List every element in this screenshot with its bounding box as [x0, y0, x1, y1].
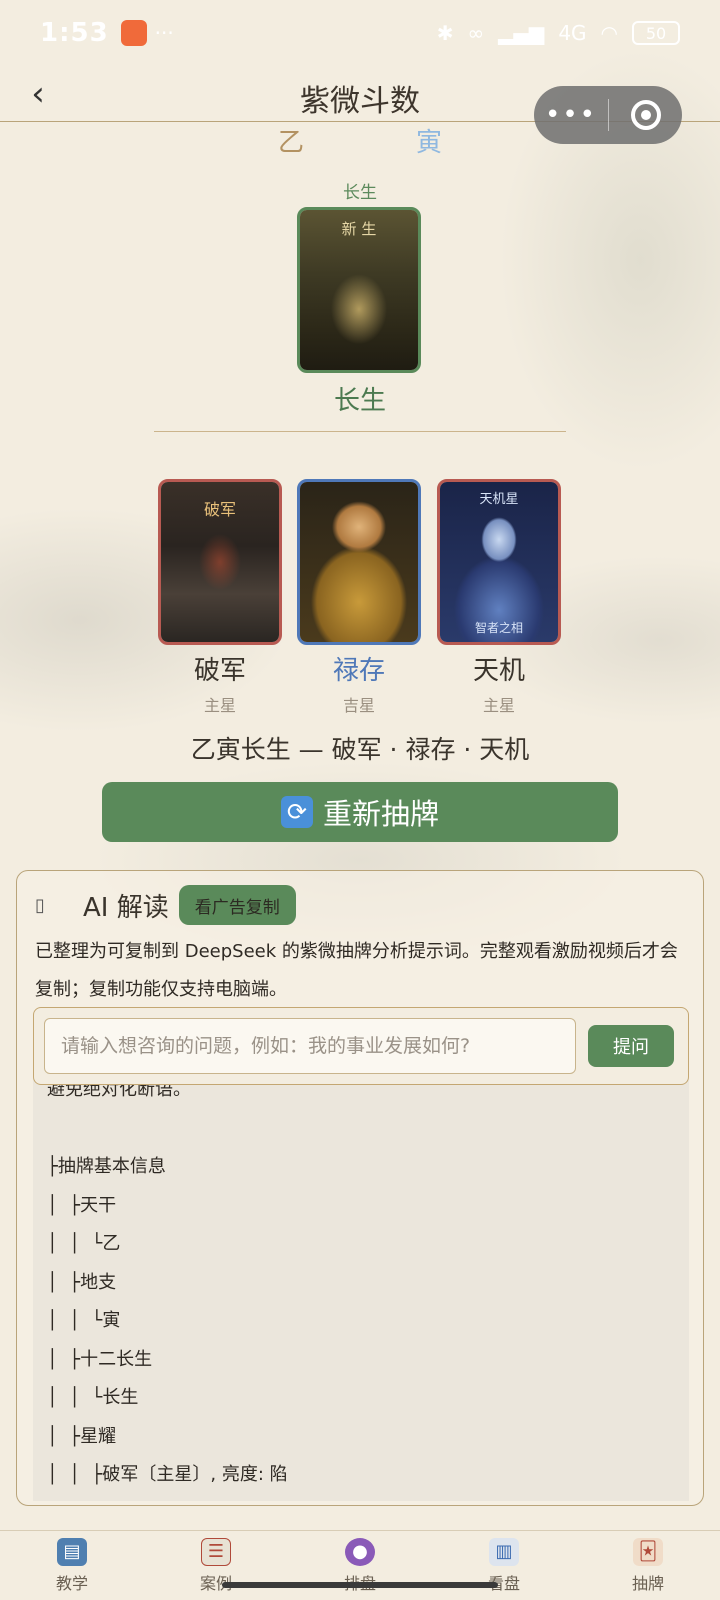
- redraw-label: 重新抽牌: [322, 797, 439, 831]
- sage-artwork: 天机星 智者之相: [440, 482, 558, 642]
- draw-summary: 乙寅长生 — 破军 · 禄存 · 天机: [190, 735, 530, 764]
- official-artwork: [300, 482, 418, 642]
- tab-teaching[interactable]: ▤ 教学: [0, 1531, 144, 1600]
- signal-icon: ▂▄▆: [498, 21, 545, 45]
- tianji-art-caption-bottom: 智者之相: [474, 621, 523, 635]
- pojun-art-caption: 破军: [203, 500, 236, 519]
- analysis-line: ├抽牌基本信息: [47, 1156, 166, 1177]
- network-label: 4G: [558, 21, 587, 45]
- analysis-line: │ │ ├破军〔主星〕, 亮度: 陷: [47, 1464, 288, 1485]
- analysis-line: │ ├星耀: [47, 1425, 117, 1447]
- forest-sprout-artwork: 新 生: [300, 210, 418, 370]
- star-card-tianji[interactable]: 天机星 智者之相: [437, 479, 561, 645]
- tab-cases[interactable]: ☰ 案例: [144, 1531, 288, 1600]
- clipboard-icon: ☰: [201, 1537, 231, 1566]
- bluetooth-icon: ✱: [436, 21, 454, 45]
- ai-panel-header: ▯ AI 解读 看广告复制: [35, 885, 296, 925]
- crystal-ball-icon: ●: [345, 1537, 375, 1566]
- analysis-line: │ ├十二长生: [47, 1348, 153, 1370]
- star-type-lucun: 吉星: [342, 696, 375, 715]
- chart-icon: ▥: [489, 1537, 519, 1566]
- ask-row: 提问: [33, 1007, 689, 1085]
- star-name-tianji: 天机: [472, 656, 525, 686]
- analysis-line: │ │ └寅: [47, 1310, 121, 1331]
- star-type-pojun: 主星: [203, 696, 236, 715]
- warrior-artwork: 破军: [161, 482, 279, 642]
- star-card-pojun[interactable]: 破军: [158, 479, 282, 645]
- question-input[interactable]: [44, 1018, 576, 1074]
- main-card[interactable]: 新 生: [297, 207, 421, 373]
- redraw-button[interactable]: ⟳ 重新抽牌: [102, 782, 618, 842]
- app-notification-icon: [120, 20, 147, 46]
- home-indicator: [222, 1582, 498, 1588]
- analysis-line: │ ├地支: [47, 1271, 117, 1293]
- heavenly-stem: 乙: [278, 128, 305, 158]
- ai-interpretation-panel: ▯ AI 解读 看广告复制 已整理为可复制到 DeepSeek 的紫微抽牌分析提…: [16, 870, 704, 1506]
- status-time: 1:53: [40, 18, 109, 48]
- tab-chart[interactable]: ● 排盘: [288, 1531, 432, 1600]
- earthly-branch: 寅: [416, 128, 443, 158]
- status-dots: ···: [154, 21, 174, 45]
- ai-icon: ▯: [35, 894, 45, 916]
- star-name-pojun: 破军: [193, 656, 246, 686]
- status-right: ✱ ∞ ▂▄▆ 4G ◠ 50: [437, 21, 680, 45]
- ai-description: 已整理为可复制到 DeepSeek 的紫微抽牌分析提示词。完整观看激励视频后才会…: [35, 941, 678, 1000]
- stem-branch-row: 乙 寅: [0, 122, 720, 158]
- analysis-line: │ ├天干: [47, 1194, 117, 1216]
- analysis-text-box[interactable]: 避免绝对化断语。 ├抽牌基本信息 │ ├天干 │ │ └乙 │ ├地支 │ │ └寅 │ …: [33, 1071, 689, 1501]
- analysis-line: │ │ └乙: [47, 1233, 121, 1254]
- tab-draw-card[interactable]: 🃏 抽牌: [576, 1531, 720, 1600]
- refresh-icon: ⟳: [280, 796, 313, 828]
- tab-label: 教学: [55, 1573, 88, 1593]
- tianji-art-caption: 天机星: [479, 492, 519, 507]
- ask-button[interactable]: 提问: [588, 1025, 674, 1067]
- status-bar: 1:53 ··· ✱ ∞ ▂▄▆ 4G ◠ 50: [0, 0, 720, 66]
- star-type-tianji: 主星: [482, 696, 515, 715]
- tab-label: 抽牌: [631, 1573, 664, 1593]
- star-card-lucun[interactable]: [297, 479, 421, 645]
- watch-ad-copy-button[interactable]: 看广告复制: [178, 885, 296, 925]
- star-name-lucun: 禄存: [332, 656, 385, 686]
- wifi-icon: ◠: [600, 21, 618, 45]
- main-card-top-label: 长生: [343, 183, 377, 203]
- tab-view-chart[interactable]: ▥ 看盘: [432, 1531, 576, 1600]
- link-icon: ∞: [467, 21, 485, 45]
- section-divider: [154, 431, 566, 432]
- ai-panel-title: AI 解读: [83, 892, 169, 923]
- main-card-art-caption: 新 生: [341, 220, 377, 238]
- analysis-lines: 避免绝对化断语。 ├抽牌基本信息 │ ├天干 │ │ └乙 │ ├地支 │ │ └寅 │ …: [47, 1071, 675, 1495]
- battery-icon: 50: [632, 21, 680, 45]
- analysis-line: │ │ └长生: [47, 1387, 139, 1408]
- book-icon: ▤: [57, 1537, 87, 1566]
- main-card-name: 长生: [333, 386, 386, 416]
- analysis-line: [47, 1110, 675, 1149]
- bottom-tab-bar: ▤ 教学 ☰ 案例 ● 排盘 ▥ 看盘 🃏 抽牌: [0, 1530, 720, 1600]
- joker-card-icon: 🃏: [633, 1537, 663, 1566]
